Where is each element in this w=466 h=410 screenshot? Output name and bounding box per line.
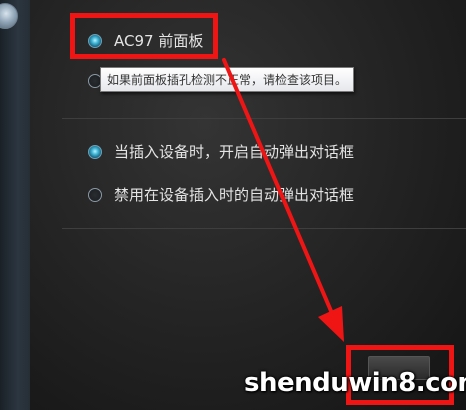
watermark: shenduwin8.com	[244, 368, 466, 398]
arrow-icon	[222, 58, 344, 342]
